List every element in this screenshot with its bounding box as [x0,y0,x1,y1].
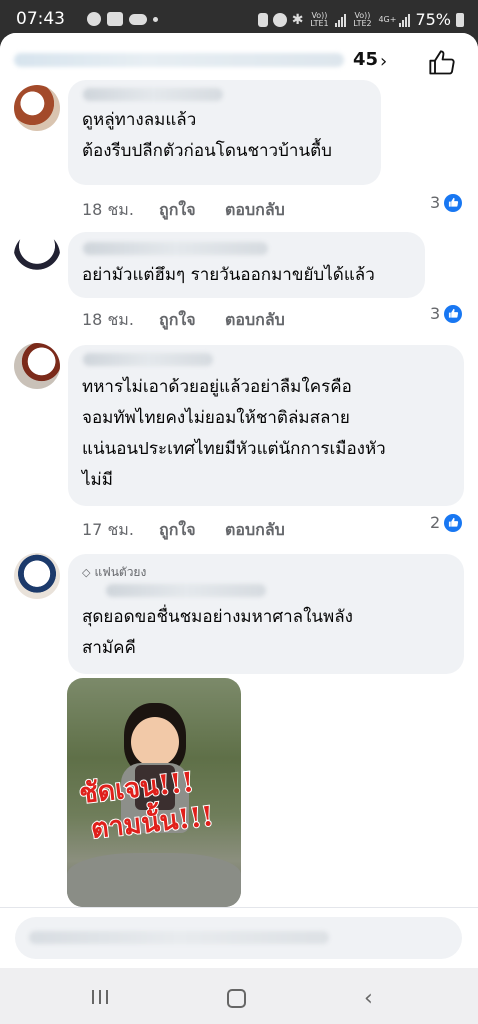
like-reaction-icon [444,193,463,212]
cloud-icon [129,13,147,25]
reply-link[interactable]: ตอบกลับ [225,518,285,543]
comment-text: ทหารไม่เอาด้วยอยู่แล้วอย่าลืมใครคือ จอมท… [82,372,386,496]
bluetooth-icon: ✱ [291,11,304,28]
comment-line: ทหารไม่เอาด้วยอยู่แล้วอย่าลืมใครคือ [82,377,352,397]
chevron-right-icon[interactable]: › [380,51,387,72]
comment-bubble: ทหารไม่เอาด้วยอยู่แล้วอย่าลืมใครคือ จอมท… [68,345,464,506]
like-reaction-icon [444,304,463,323]
comments-header: 45 › [0,33,478,85]
recents-button[interactable] [92,990,108,1004]
top-fan-badge: ◇ แฟนตัวยง [82,563,146,582]
lte2-label: Vo)) LTE2 [353,10,372,28]
comment-line: ไม่มี [82,470,113,490]
comment-time[interactable]: 17 ชม. [82,518,159,543]
reaction-count: 3 [430,193,441,212]
messenger-icon [87,12,101,26]
diamond-icon: ◇ [82,566,91,579]
home-button[interactable] [227,989,246,1008]
reaction-count: 3 [430,304,441,323]
comment-time[interactable]: 18 ชม. [82,308,159,333]
lock-icon [257,12,268,27]
avatar[interactable] [14,343,60,389]
lte1-label: Vo)) LTE1 [310,10,329,28]
avatar[interactable] [14,232,60,278]
image-caption: ชัดเจน!!! ตามนั้น!!! [77,763,216,848]
comment-meta: 17 ชม. ถูกใจ ตอบกลับ [82,518,285,543]
comment-time[interactable]: 18 ชม. [82,198,159,223]
like-link[interactable]: ถูกใจ [159,198,225,223]
avatar[interactable] [14,85,60,131]
comment-text: สุดยอดขอชื่นชมอย่างมหาศาลในพลัง สามัคคี [82,602,353,664]
reply-link[interactable]: ตอบกลับ [225,308,285,333]
commenter-name-blurred[interactable] [83,88,223,101]
comment-line: แน่นอนประเทศไทยมีหัวแต่นักการเมืองหัว [82,439,386,459]
battery-icon [456,12,464,27]
comment-line: ต้องรีบปลีกตัวก่อนโดนชาวบ้านตื้บ [82,141,332,161]
reply-link[interactable]: ตอบกลับ [225,198,285,223]
comment-reactions[interactable]: 3 [430,304,463,323]
alarm-icon [272,12,287,27]
reaction-count: 2 [430,513,441,532]
comment-image[interactable]: ชัดเจน!!! ตามนั้น!!! [67,678,241,907]
rock [67,853,241,907]
network-type-label: 4G+ [378,14,397,24]
back-button[interactable]: ‹ [364,986,373,1011]
comment-meta: 18 ชม. ถูกใจ ตอบกลับ [82,308,285,333]
comment-bubble: อย่ามัวแต่ฮึมๆ รายวันออกมาขยับได้แล้ว [68,232,425,298]
comment-input-placeholder-blurred [29,931,329,944]
comment-line: สุดยอดขอชื่นชมอย่างมหาศาลในพลัง [82,607,353,627]
comments-sheet: 45 › ดูหลู่ทางลมแล้ว ต้องรีบปลีกตัวก่อนโ… [0,33,478,968]
comment-input[interactable] [15,917,462,959]
comment-line: สามัคคี [82,638,136,658]
signal-icon [335,13,347,27]
comment-meta: 18 ชม. ถูกใจ ตอบกลับ [82,198,285,223]
comment-bubble: ดูหลู่ทางลมแล้ว ต้องรีบปลีกตัวก่อนโดนชาว… [68,80,381,185]
line-icon [107,12,123,26]
comment-reactions[interactable]: 3 [430,193,463,212]
more-notifications-dot [153,16,158,22]
comment-line: ดูหลู่ทางลมแล้ว [82,110,197,130]
avatar[interactable] [14,553,60,599]
comment-composer [0,907,478,968]
commenter-name-blurred[interactable] [83,242,268,255]
comment-reactions[interactable]: 2 [430,513,463,532]
like-link[interactable]: ถูกใจ [159,308,225,333]
signal-icon-2 [399,13,411,27]
comment-text: ดูหลู่ทางลมแล้ว ต้องรีบปลีกตัวก่อนโดนชาว… [82,105,332,167]
like-link[interactable]: ถูกใจ [159,518,225,543]
status-time: 07:43 [16,9,65,29]
comment-text: อย่ามัวแต่ฮึมๆ รายวันออกมาขยับได้แล้ว [82,260,375,291]
reaction-count[interactable]: 45 [353,49,378,70]
reactors-summary-blurred[interactable] [14,53,344,67]
system-icons: ✱ Vo)) LTE1 Vo)) LTE2 4G+ 75% [257,10,464,29]
battery-percent: 75% [415,10,451,29]
comment-line: จอมทัพไทยคงไม่ยอมให้ชาติล่มสลาย [82,408,350,428]
commenter-name-blurred[interactable] [83,353,213,366]
notification-icons [87,12,158,26]
comment-line: อย่ามัวแต่ฮึมๆ รายวันออกมาขยับได้แล้ว [82,265,375,285]
like-reaction-icon [444,513,463,532]
like-icon[interactable] [428,49,456,77]
comment-bubble: ◇ แฟนตัวยง สุดยอดขอชื่นชมอย่างมหาศาลในพล… [68,554,464,674]
commenter-name-blurred[interactable] [106,584,266,597]
system-nav-bar: ‹ [0,968,478,1024]
fan-badge-label: แฟนตัวยง [94,565,147,579]
